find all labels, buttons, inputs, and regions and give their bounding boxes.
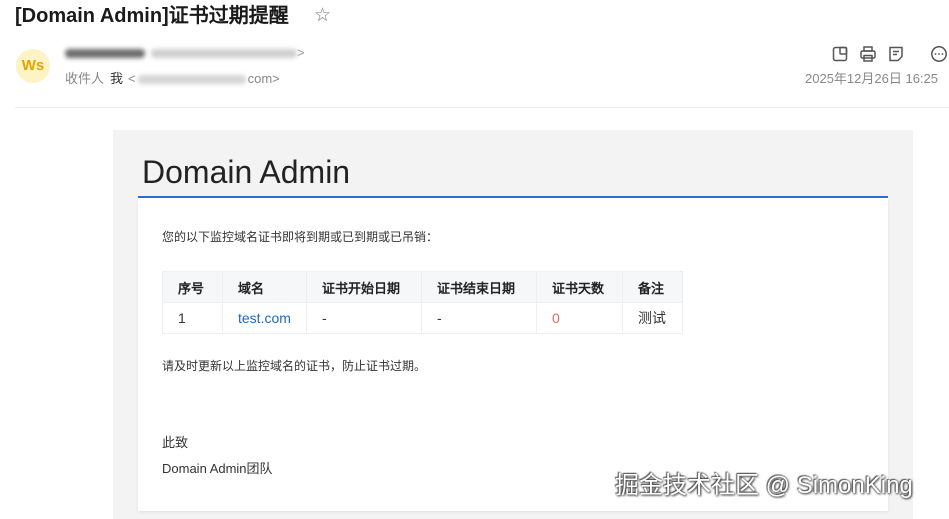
table-header-row: 序号 域名 证书开始日期 证书结束日期 证书天数 备注	[162, 271, 683, 303]
print-icon[interactable]	[859, 45, 877, 63]
recipient-name[interactable]: 我	[110, 71, 123, 86]
header-remark: 备注	[622, 271, 683, 303]
table-row: 1 test.com - - 0 测试	[162, 302, 683, 334]
star-icon[interactable]: ☆	[314, 4, 331, 28]
closing-text: 此致	[162, 435, 189, 450]
more-icon[interactable]	[930, 45, 948, 63]
recipient-address-suffix: com>	[247, 71, 280, 86]
sender-address-close: >	[297, 45, 305, 60]
intro-text: 您的以下监控域名证书即将到期或已到期或已吊销：	[162, 230, 439, 244]
header-index: 序号	[162, 271, 223, 303]
cell-index: 1	[162, 302, 223, 334]
header-days: 证书天数	[536, 271, 623, 303]
certificate-table: 序号 域名 证书开始日期 证书结束日期 证书天数 备注 1 test.com -…	[162, 271, 683, 334]
header-end-date: 证书结束日期	[421, 271, 537, 303]
cell-end-date: -	[421, 302, 537, 334]
note-icon[interactable]	[887, 45, 905, 63]
recipient-label: 收件人	[65, 71, 105, 86]
cell-domain-link[interactable]: test.com	[222, 302, 307, 334]
sender-line[interactable]: >	[65, 44, 305, 62]
sent-date: 2025年12月26日 16:25	[805, 71, 938, 86]
brand-heading: Domain Admin	[142, 154, 351, 190]
signature-text: Domain Admin团队	[162, 461, 273, 476]
cell-remark: 测试	[622, 302, 683, 334]
cell-days: 0	[536, 302, 623, 334]
sender-avatar[interactable]: Ws	[16, 49, 50, 83]
sender-name-redacted	[65, 49, 145, 59]
watermark: 掘金技术社区 @ SimonKing	[615, 472, 913, 499]
header-start-date: 证书开始日期	[306, 271, 422, 303]
email-subject: [Domain Admin]证书过期提醒	[15, 5, 289, 27]
recipient-line: 收件人我 < com>	[65, 70, 280, 88]
sender-address-redacted	[151, 49, 297, 59]
header-divider	[15, 107, 949, 108]
recipient-address-open: <	[128, 71, 136, 86]
recipient-address-redacted	[137, 75, 246, 85]
email-content-card: 您的以下监控域名证书即将到期或已到期或已吊销： 序号 域名 证书开始日期 证书结…	[138, 198, 888, 511]
reminder-text: 请及时更新以上监控域名的证书，防止证书过期。	[162, 359, 427, 373]
header-domain: 域名	[222, 271, 307, 303]
popout-icon[interactable]	[831, 45, 849, 63]
cell-start-date: -	[306, 302, 422, 334]
